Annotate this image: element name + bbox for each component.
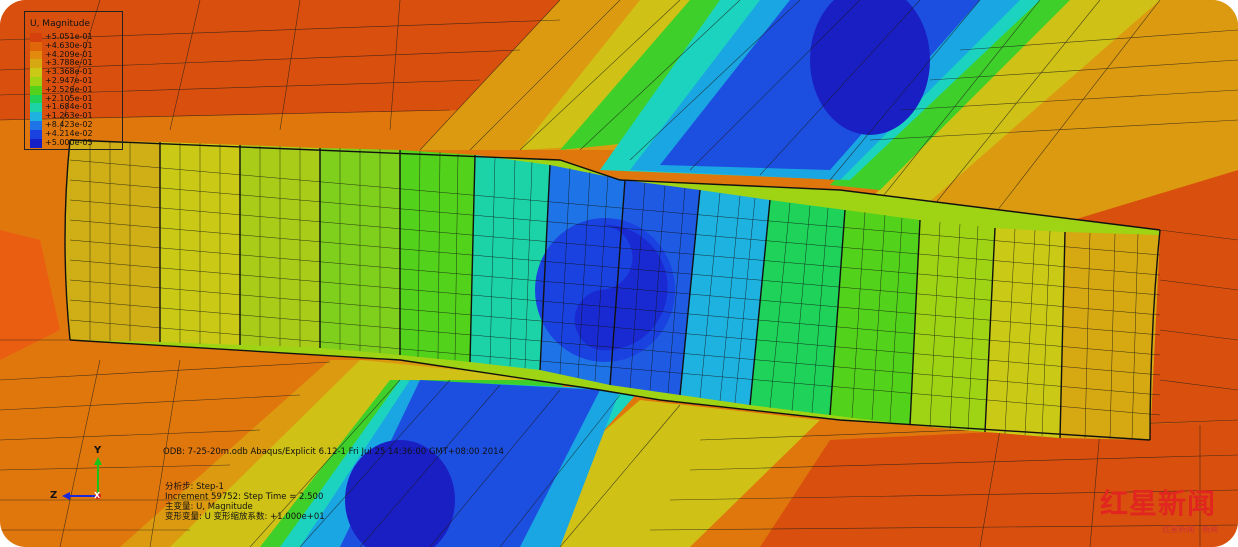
legend-swatch <box>30 68 42 78</box>
primary-variable-line: 主变量: U, Magnitude <box>165 502 253 512</box>
fem-contour-plot <box>0 0 1238 547</box>
legend-swatch <box>30 41 42 51</box>
legend-swatch <box>30 112 42 122</box>
legend-swatch <box>30 138 42 148</box>
step-line: 分析步: Step-1 <box>165 482 224 492</box>
legend-value: +2.947e-01 <box>45 76 93 85</box>
legend-swatch <box>30 121 42 130</box>
legend-value: +4.214e-02 <box>45 128 93 138</box>
legend-swatch <box>30 103 42 113</box>
step-info: 分析步: Step-1 Increment 59752: Step Time =… <box>165 482 325 522</box>
legend-value: +3.368e-01 <box>45 67 93 77</box>
legend-swatch <box>30 50 42 60</box>
tunnel-segment-5 <box>400 150 475 362</box>
news-watermark: 红星新闻 红星新闻 · 新闻 <box>1096 478 1226 538</box>
x-axis-label: X <box>94 491 101 500</box>
watermark-subtext: 红星新闻 · 新闻 <box>1162 525 1218 534</box>
legend-value: +4.630e-01 <box>45 40 93 50</box>
legend-value: +2.526e-01 <box>45 84 93 94</box>
deformation-line: 变形变量: U 变形缩放系数: +1.000e+01 <box>165 512 325 522</box>
legend-swatch <box>30 129 42 139</box>
legend-swatch <box>30 77 42 86</box>
legend-swatch <box>30 59 42 69</box>
legend-value: +5.000e-05 <box>45 137 93 147</box>
contour-viewport[interactable]: U, Magnitude +5.051e-01 +4.630e-01 +4.209e… <box>0 0 1238 547</box>
legend-value: +1.263e-01 <box>45 111 93 121</box>
legend-value: +5.051e-01 <box>45 32 93 41</box>
legend-swatch <box>30 33 42 42</box>
legend-value: +2.105e-01 <box>45 93 93 103</box>
contour-legend: U, Magnitude +5.051e-01 +4.630e-01 +4.209e… <box>24 11 124 150</box>
odb-info-line: ODB: 7-25-20m.odb Abaqus/Explicit 6.12-1… <box>163 447 504 457</box>
tunnel-segment-6 <box>470 155 550 370</box>
tunnel-segment-13 <box>985 228 1065 438</box>
legend-swatch <box>30 85 42 95</box>
legend-value: +3.788e-01 <box>45 58 93 68</box>
legend-row: +5.000e-05 <box>30 137 124 148</box>
legend-swatch <box>30 94 42 104</box>
tunnel-segment-14 <box>1060 232 1160 440</box>
tunnel-segment-12 <box>910 220 995 432</box>
y-axis-label: Y <box>94 445 102 456</box>
legend-title: U, Magnitude <box>30 19 90 29</box>
legend-value: +8.423e-02 <box>45 120 93 129</box>
z-axis-label: Z <box>50 490 58 501</box>
axis-triad: Y Z X <box>46 445 116 505</box>
watermark-logo-text: 红星新闻 <box>1099 487 1216 520</box>
legend-value: +1.684e-01 <box>45 102 93 112</box>
increment-line: Increment 59752: Step Time = 2.500 <box>165 492 324 502</box>
legend-value: +4.209e-01 <box>45 49 93 59</box>
